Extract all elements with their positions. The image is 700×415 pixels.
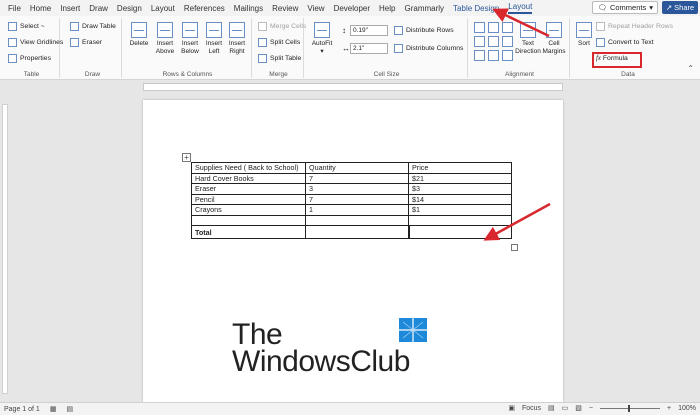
print-layout-icon[interactable]: ▭ [562, 404, 569, 412]
arrow-to-layout-tab [492, 8, 550, 38]
status-bar: Page 1 of 1 ▦ ▤ ▣ Focus ▤ ▭ ▧ − + 100% [0, 402, 700, 415]
page-count[interactable]: Page 1 of 1 [4, 406, 40, 413]
focus-label[interactable]: Focus [522, 405, 541, 412]
arrow-to-total-cell [483, 202, 551, 241]
zoom-out-icon[interactable]: − [589, 405, 593, 412]
read-mode-icon[interactable]: ▤ [548, 404, 555, 412]
zoom-slider[interactable] [600, 404, 660, 412]
status-right: ▣ Focus ▤ ▭ ▧ − + 100% [508, 404, 696, 412]
focus-icon[interactable]: ▣ [508, 404, 515, 412]
annotation-arrows [483, 8, 551, 241]
proofing-icon[interactable]: ▦ [50, 405, 57, 413]
zoom-in-icon[interactable]: + [667, 405, 671, 412]
accessibility-icon[interactable]: ▤ [66, 405, 73, 413]
zoom-level[interactable]: 100% [678, 405, 696, 412]
web-layout-icon[interactable]: ▧ [575, 404, 582, 412]
